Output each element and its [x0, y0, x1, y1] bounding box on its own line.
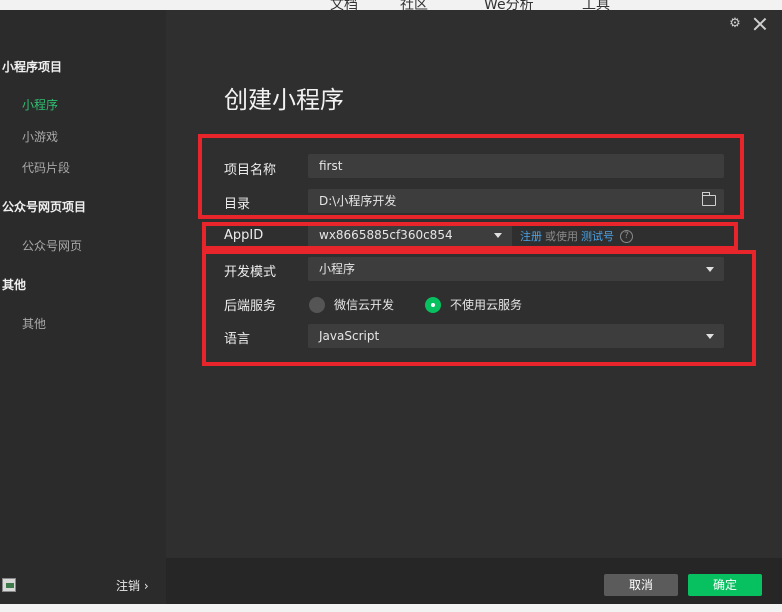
bottom-edge [0, 604, 782, 612]
sidebar-item-code-snippet[interactable]: 代码片段 [22, 159, 70, 176]
sidebar-item-miniprogram[interactable]: 小程序 [22, 96, 58, 113]
dev-mode-select[interactable]: 小程序 [308, 257, 724, 281]
chevron-down-icon [494, 233, 502, 238]
dev-mode-value: 小程序 [319, 262, 356, 276]
sidebar-item-official-web[interactable]: 公众号网页 [22, 237, 82, 254]
menu-we-analysis: We分析 [484, 0, 534, 10]
directory-label: 目录 [224, 197, 251, 212]
backend-label: 后端服务 [224, 299, 277, 314]
language-value: JavaScript [319, 329, 380, 343]
radio-dot-selected[interactable] [425, 296, 441, 313]
logout-link[interactable]: 注销 › [116, 577, 149, 594]
directory-value: D:\小程序开发 [319, 194, 397, 208]
page-title: 创建小程序 [224, 86, 344, 114]
radio-wechat-cloud[interactable]: 微信云开发 [309, 296, 394, 313]
radio-no-cloud-label: 不使用云服务 [450, 298, 523, 312]
chevron-down-icon [706, 334, 714, 339]
avatar[interactable] [2, 578, 16, 592]
close-icon[interactable] [752, 16, 768, 32]
chevron-down-icon [706, 267, 714, 272]
language-label: 语言 [224, 332, 251, 347]
sidebar-item-minigame[interactable]: 小游戏 [22, 128, 58, 145]
project-name-value: first [319, 159, 343, 173]
appid-label: AppID [224, 228, 264, 243]
cancel-button[interactable]: 取消 [604, 574, 678, 596]
radio-wechat-cloud-label: 微信云开发 [334, 298, 395, 312]
radio-dot[interactable] [309, 296, 325, 313]
directory-input[interactable]: D:\小程序开发 [308, 189, 724, 213]
menu-tools: 工具 [582, 0, 610, 10]
or-use-text: 或使用 [545, 230, 578, 243]
background-window-menu: 文档 社区 We分析 工具 [0, 0, 782, 10]
confirm-button[interactable]: 确定 [688, 574, 762, 596]
menu-community: 社区 [400, 0, 428, 10]
test-account-link[interactable]: 测试号 [581, 228, 614, 244]
project-name-label: 项目名称 [224, 163, 277, 178]
settings-gear-icon[interactable]: ⚙ [728, 17, 742, 31]
menu-docs: 文档 [330, 0, 358, 10]
appid-value: wx8665885cf360c854 [319, 228, 453, 242]
help-icon[interactable]: ? [620, 229, 633, 243]
appid-select[interactable]: wx8665885cf360c854 [308, 223, 512, 247]
sidebar-item-other[interactable]: 其他 [22, 315, 46, 332]
sidebar-section-miniprogram: 小程序项目 [2, 60, 63, 74]
appid-links: 注册 或使用 测试号 ? [520, 228, 633, 244]
dev-mode-label: 开发模式 [224, 265, 277, 280]
project-name-input[interactable]: first [308, 154, 724, 178]
register-link[interactable]: 注册 [520, 228, 542, 244]
language-select[interactable]: JavaScript [308, 324, 724, 348]
sidebar-section-other: 其他 [2, 278, 27, 292]
create-project-panel: ⚙ 创建小程序 项目名称 first 目录 D:\小程序开发 AppID wx8… [166, 10, 782, 604]
dialog-footer: 取消 确定 [166, 558, 782, 604]
sidebar: 小程序项目 小程序 小游戏 代码片段 公众号网页项目 公众号网页 其他 其他 注… [0, 10, 166, 604]
folder-icon[interactable] [702, 192, 716, 206]
sidebar-section-official-account: 公众号网页项目 [2, 200, 87, 214]
radio-no-cloud[interactable]: 不使用云服务 [425, 296, 522, 313]
